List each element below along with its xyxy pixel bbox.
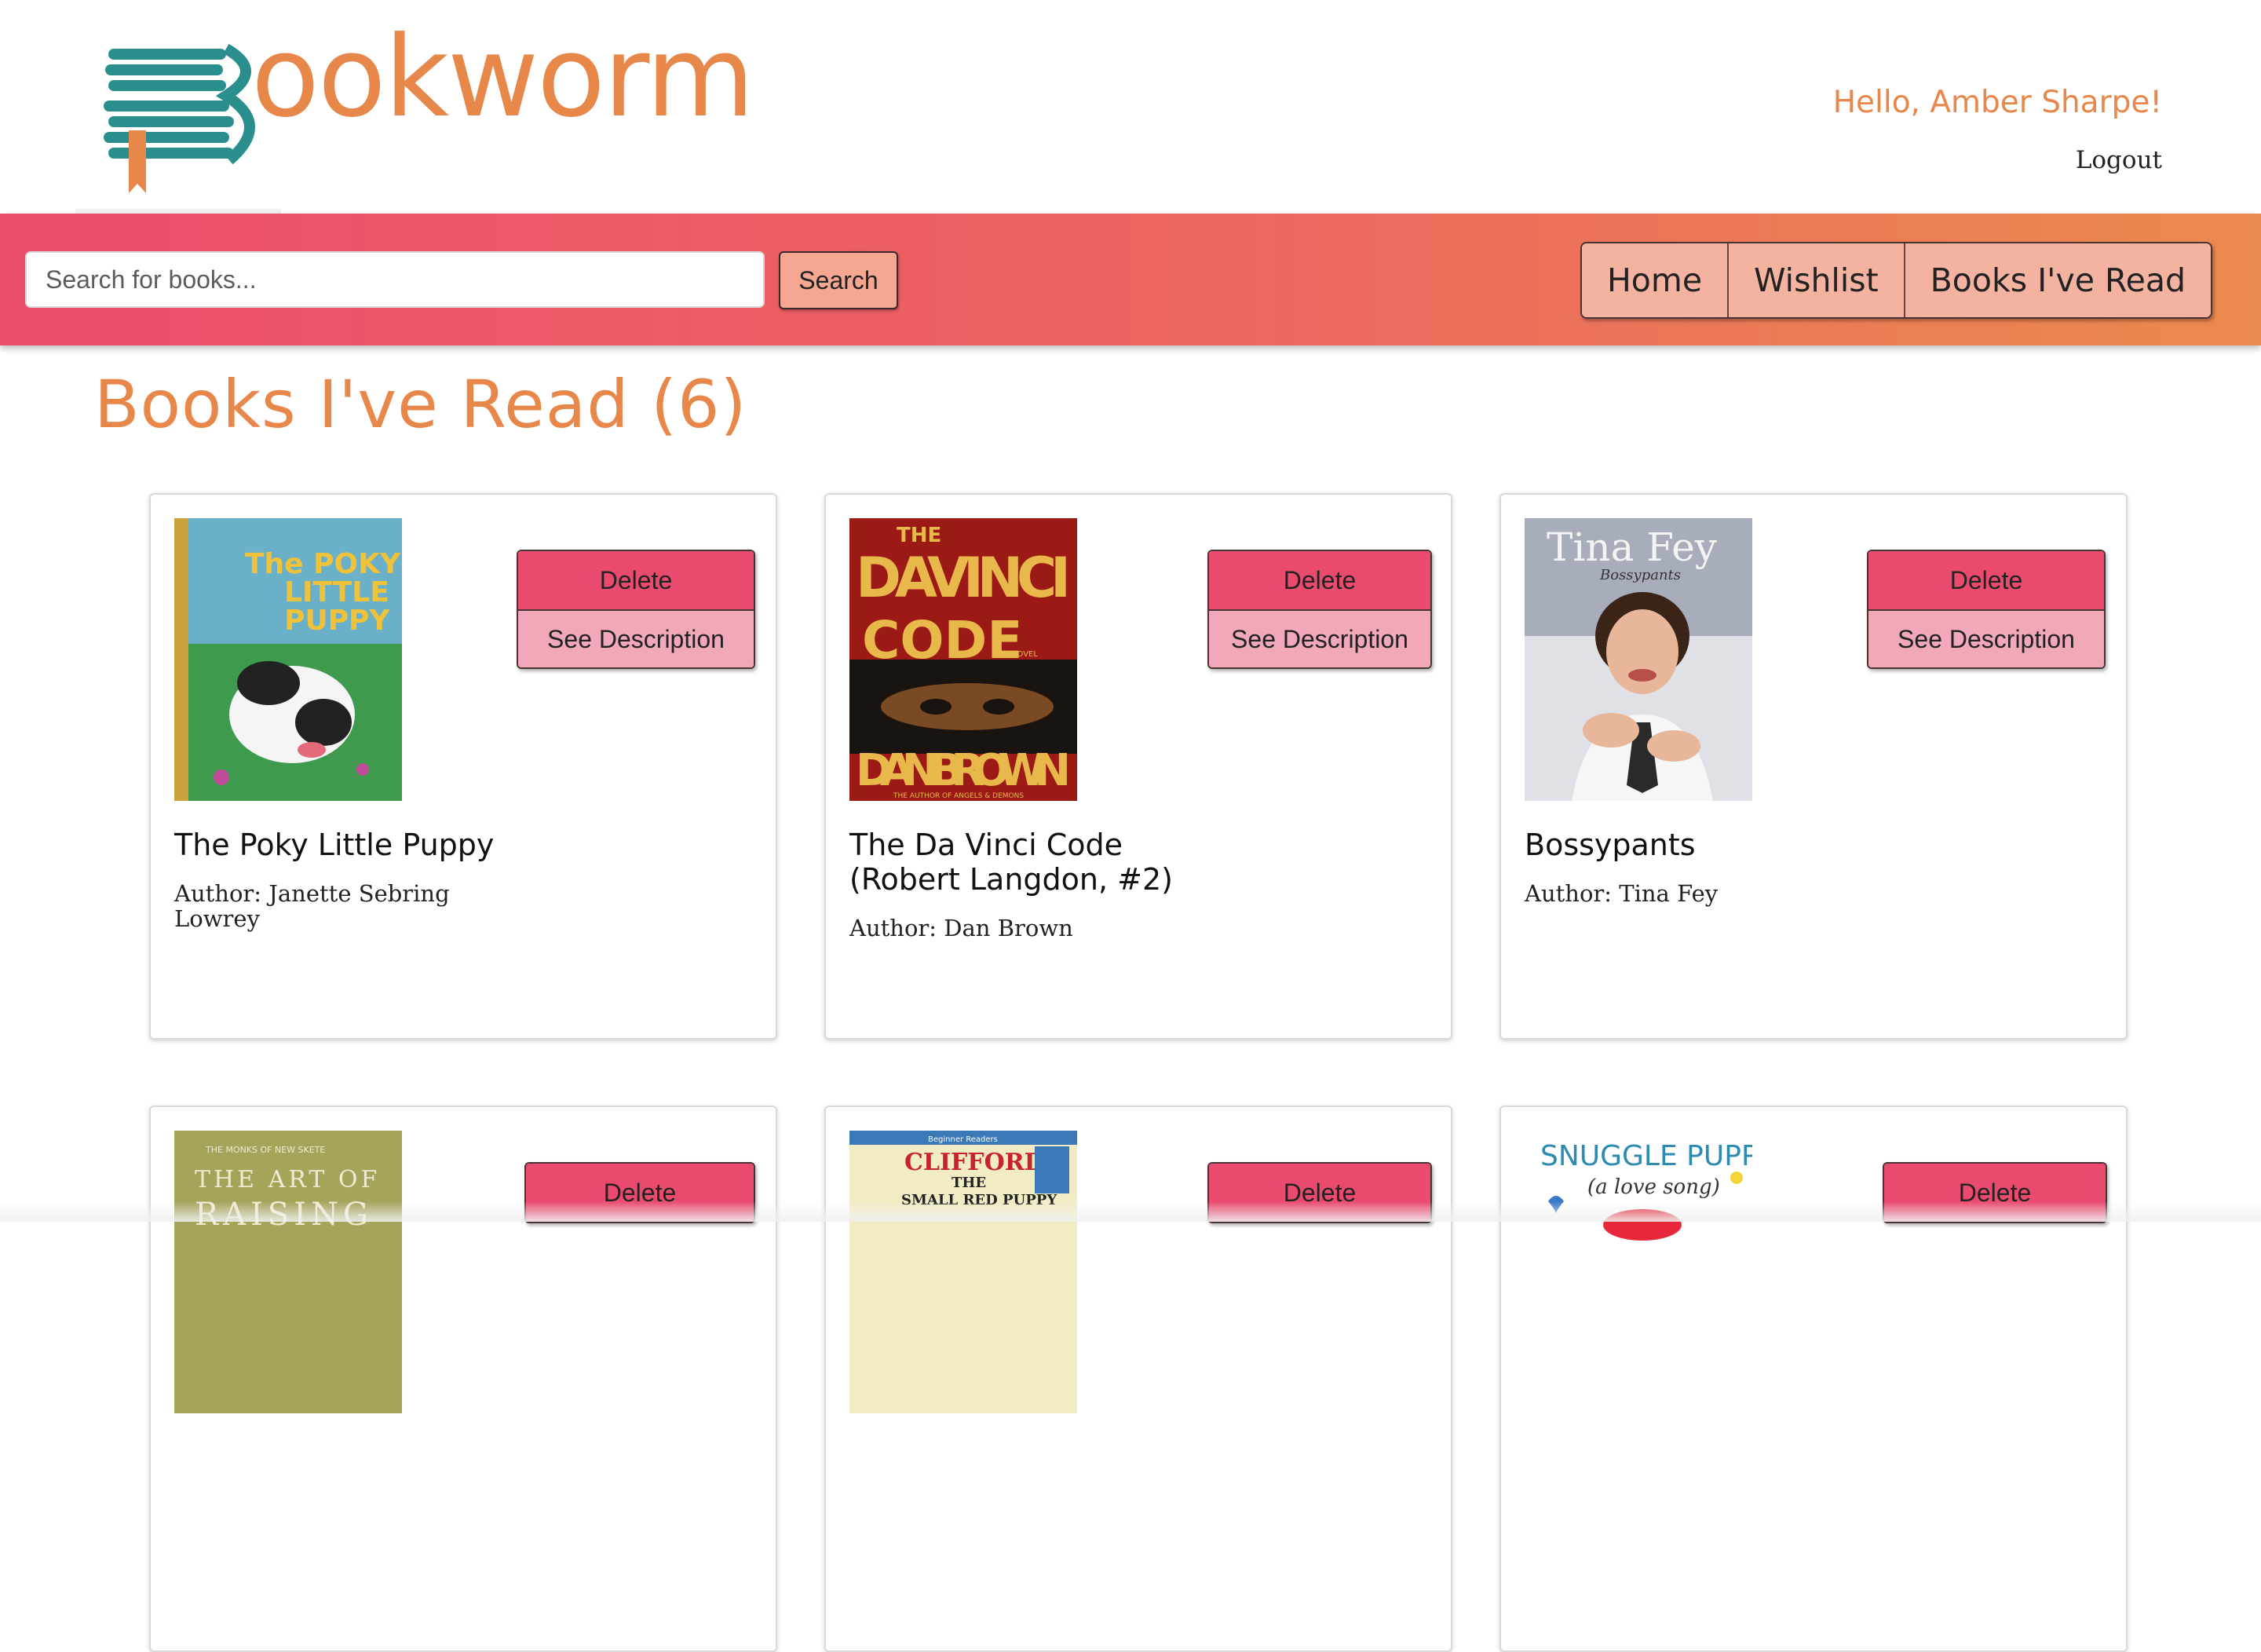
nav-wishlist-button[interactable]: Wishlist: [1729, 243, 1905, 317]
cover-text: Tina Fey: [1547, 524, 1718, 570]
search-button[interactable]: Search: [779, 251, 898, 309]
see-description-button[interactable]: See Description: [1868, 609, 2104, 667]
book-author: Author: Tina Fey: [1525, 880, 1719, 907]
page-title: Books I've Read (6): [94, 366, 747, 443]
book-actions: Delete See Description: [517, 550, 755, 669]
cover-text: THE: [952, 1175, 986, 1191]
nav-button-group: Home Wishlist Books I've Read: [1580, 242, 2212, 319]
user-greeting: Hello, Amber Sharpe!: [1832, 85, 2162, 120]
cover-text: LITTLE: [284, 576, 389, 609]
book-card: Tina Fey Bossypants Delete See Descripti…: [1499, 493, 2128, 1040]
cover-text: PUPPY: [284, 605, 390, 637]
cover-text: A NOVEL: [1003, 650, 1038, 659]
logout-link[interactable]: Logout: [2076, 146, 2162, 174]
book-title: Bossypants: [1525, 828, 1696, 862]
cover-text: DAN BROWN: [856, 745, 1071, 796]
cover-text: THE AUTHOR OF ANGELS & DEMONS: [893, 792, 1024, 800]
book-card: THE MONKS OF NEW SKETE THE ART OF RAISIN…: [149, 1106, 777, 1652]
book-stack-logo-icon: [104, 43, 255, 193]
book-title: The Da Vinci Code (Robert Langdon, #2): [849, 828, 1173, 897]
scroll-edge: [0, 1201, 2261, 1222]
book-card: THE DAVINCI CODE A NOVEL DAN BROWN THE A…: [824, 493, 1452, 1040]
book-card: The POKY LITTLE PUPPY Delete See Descrip…: [149, 493, 777, 1040]
delete-button[interactable]: Delete: [1868, 551, 2104, 609]
book-author: Author: Dan Brown: [849, 915, 1073, 941]
cover-text: THE ART OF: [195, 1166, 380, 1193]
book-actions: Delete See Description: [1867, 550, 2106, 669]
search-input[interactable]: [25, 251, 765, 308]
book-cover-image: The POKY LITTLE PUPPY: [174, 518, 402, 801]
book-cover-image: THE MONKS OF NEW SKETE THE ART OF RAISIN…: [174, 1131, 402, 1413]
cover-text: DAVINCI: [856, 546, 1071, 610]
nav-home-button[interactable]: Home: [1581, 243, 1730, 317]
see-description-button[interactable]: See Description: [1209, 609, 1430, 667]
cover-text: THE MONKS OF NEW SKETE: [205, 1145, 325, 1155]
book-cover-image: SNUGGLE PUPPY! (a love song): [1525, 1131, 1752, 1413]
cover-text: CODE: [862, 610, 1022, 671]
navigation-bar: Search Home Wishlist Books I've Read: [0, 214, 2261, 345]
cover-text: CLIFFORD: [904, 1149, 1045, 1176]
delete-button[interactable]: Delete: [1209, 551, 1430, 609]
book-cover-image: Tina Fey Bossypants: [1525, 518, 1752, 801]
book-card: SNUGGLE PUPPY! (a love song) Delete: [1499, 1106, 2128, 1652]
cover-text: Beginner Readers: [928, 1135, 998, 1144]
see-description-button[interactable]: See Description: [518, 609, 754, 667]
cover-text: Bossypants: [1599, 567, 1681, 583]
book-author: Author: Janette Sebring Lowrey: [174, 880, 450, 932]
brand-name: ookworm: [251, 13, 754, 142]
book-cover-image: Beginner Readers CLIFFORD THE SMALL RED …: [849, 1131, 1077, 1413]
book-title: The Poky Little Puppy: [174, 828, 495, 862]
cover-text: SNUGGLE PUPPY!: [1540, 1140, 1752, 1172]
nav-books-read-button[interactable]: Books I've Read: [1905, 243, 2211, 317]
book-actions: Delete See Description: [1207, 550, 1432, 669]
book-card: Beginner Readers CLIFFORD THE SMALL RED …: [824, 1106, 1452, 1652]
book-cover-image: THE DAVINCI CODE A NOVEL DAN BROWN THE A…: [849, 518, 1077, 801]
cover-text: THE: [897, 524, 941, 547]
cover-text: The POKY: [245, 548, 401, 580]
delete-button[interactable]: Delete: [518, 551, 754, 609]
cover-text: (a love song): [1587, 1175, 1720, 1199]
brand-logo[interactable]: ookworm: [100, 22, 754, 193]
